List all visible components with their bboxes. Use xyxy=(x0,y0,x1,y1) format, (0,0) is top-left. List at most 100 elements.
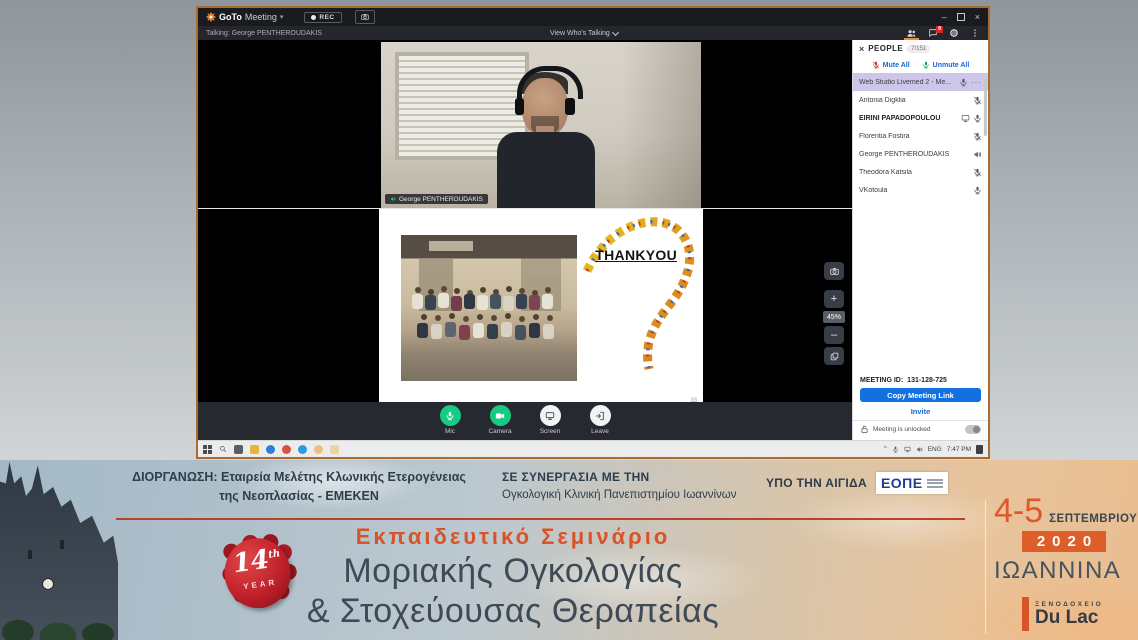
scrollbar[interactable] xyxy=(984,78,987,136)
conference-banner: ΔΙΟΡΓΑΝΩΣΗ: Εταιρεία Μελέτης Κλωνικής Ετ… xyxy=(0,460,1138,640)
event-title-block: Εκπαιδευτικό Σεμινάριο Μοριακής Ογκολογί… xyxy=(258,524,768,630)
rec-button[interactable]: REC xyxy=(304,12,341,23)
meeting-toolbar: Mic Camera Screen Leave xyxy=(198,402,852,440)
event-title-line2: & Στοχεύουσας Θεραπείας xyxy=(258,592,768,630)
speaker-audio-icon[interactable] xyxy=(973,150,982,159)
partner-name: Ογκολογική Κλινική Πανεπιστημίου Ιωαννίν… xyxy=(502,487,764,505)
unmute-all-label: Unmute All xyxy=(933,62,970,69)
tray-expand-icon[interactable]: ^ xyxy=(884,446,887,452)
participant-name: Florentia Fostira xyxy=(859,133,970,140)
layers-icon xyxy=(830,352,839,361)
partner-label: ΣΕ ΣΥΝΕΡΓΑΣΙΑ ΜΕ ΤΗΝ xyxy=(502,468,764,487)
participant-row[interactable]: Theodora Katsila xyxy=(853,163,988,181)
camera-icon xyxy=(361,13,369,21)
brand-dropdown-icon[interactable]: ▾ xyxy=(280,13,284,21)
meeting-stage: George PENTHEROUDAKIS xyxy=(198,40,852,440)
participant-row[interactable]: Web Studio Livemed 2 - Me... ··· xyxy=(853,73,988,91)
mic-muted-icon[interactable] xyxy=(973,168,982,177)
webcam-video: George PENTHEROUDAKIS xyxy=(381,42,701,208)
mic-button[interactable]: Mic xyxy=(433,405,467,440)
app-logo[interactable]: GoToMeeting ▾ xyxy=(206,12,283,22)
participant-row[interactable]: George PENTHEROUDAKIS xyxy=(853,145,988,163)
copy-meeting-link-button[interactable]: Copy Meeting Link xyxy=(860,388,981,402)
tray-volume-icon[interactable] xyxy=(916,446,923,453)
more-menu-button[interactable] xyxy=(970,26,980,40)
minimize-button[interactable]: – xyxy=(942,12,947,22)
participant-row[interactable]: VKotoula xyxy=(853,181,988,199)
screenshot-tool-button[interactable] xyxy=(824,262,844,280)
view-whos-talking-dropdown[interactable]: View Who's Talking xyxy=(550,30,618,37)
status-bar: Talking: George PENTHEROUDAKIS View Who'… xyxy=(198,26,988,40)
app-icon[interactable] xyxy=(298,445,307,454)
hotel-name: Du Lac xyxy=(1035,608,1103,628)
group-photo xyxy=(401,235,577,381)
tray-mic-icon[interactable] xyxy=(892,446,899,453)
camera-button[interactable]: Camera xyxy=(483,405,517,440)
window-titlebar: GoToMeeting ▾ REC – × xyxy=(198,8,988,26)
snapshot-button[interactable] xyxy=(355,10,375,24)
shared-slide: THANKYOU 33 xyxy=(379,209,703,407)
invite-link[interactable]: Invite xyxy=(860,407,981,416)
action-center-icon[interactable] xyxy=(976,445,983,454)
participant-row[interactable]: EIRINI PAPADOPOULOU xyxy=(853,109,988,127)
file-explorer-icon[interactable] xyxy=(250,445,259,454)
start-button[interactable] xyxy=(203,445,212,454)
participant-name: Theodora Katsila xyxy=(859,169,970,176)
mic-icon[interactable] xyxy=(973,186,982,195)
mute-all-label: Mute All xyxy=(883,62,910,69)
app-icon[interactable] xyxy=(330,445,339,454)
people-panel: × PEOPLE 7/151 Mute All Unmute All Web xyxy=(852,40,988,440)
more-options-icon[interactable]: ··· xyxy=(971,78,982,87)
rec-dot-icon xyxy=(311,15,316,20)
language-indicator[interactable]: ENG xyxy=(928,446,942,453)
gotomeeting-taskbar-icon[interactable] xyxy=(314,445,323,454)
participant-name: Antonia Digklia xyxy=(859,97,970,104)
monitor-icon xyxy=(545,411,555,421)
people-tab[interactable] xyxy=(906,26,917,40)
view-whos-talking-label: View Who's Talking xyxy=(550,30,610,37)
event-title-line1: Μοριακής Ογκολογίας xyxy=(258,552,768,590)
organizer-line2: της Νεοπλασίας - ΕΜΕΚΕΝ xyxy=(219,489,379,503)
divider-line xyxy=(116,518,965,520)
unmute-all-button[interactable]: Unmute All xyxy=(922,61,970,69)
zoom-out-button[interactable]: – xyxy=(824,326,844,344)
browser-icon[interactable] xyxy=(282,445,291,454)
auspices-block: ΥΠΟ ΤΗΝ ΑΙΓΙΔΑ ΕΟΠΕ xyxy=(766,472,948,494)
mic-muted-icon[interactable] xyxy=(973,132,982,141)
event-year: 2020 xyxy=(1022,531,1106,552)
panel-title: PEOPLE xyxy=(868,44,903,53)
lock-meeting-toggle[interactable] xyxy=(965,425,981,434)
participant-name: George PENTHEROUDAKIS xyxy=(859,151,970,158)
search-icon[interactable] xyxy=(219,445,227,453)
headset xyxy=(517,66,583,99)
clock[interactable]: 7:47 PM xyxy=(947,446,971,453)
slide-title: THANKYOU xyxy=(595,247,677,263)
rec-label: REC xyxy=(319,14,334,21)
mic-muted-icon[interactable] xyxy=(973,96,982,105)
screen-share-button[interactable]: Screen xyxy=(533,405,567,440)
fit-to-window-button[interactable] xyxy=(824,347,844,365)
kebab-icon xyxy=(970,28,980,38)
mic-icon[interactable] xyxy=(959,78,968,87)
event-type: Εκπαιδευτικό Σεμινάριο xyxy=(258,524,768,550)
onedrive-icon[interactable] xyxy=(266,445,275,454)
auspices-label: ΥΠΟ ΤΗΝ ΑΙΓΙΔΑ xyxy=(766,476,867,490)
settings-button[interactable] xyxy=(949,26,959,40)
webcam-name-overlay: George PENTHEROUDAKIS xyxy=(385,194,488,204)
restore-button[interactable] xyxy=(957,13,965,21)
tray-display-icon[interactable] xyxy=(904,446,911,453)
participant-row[interactable]: Antonia Digklia xyxy=(853,91,988,109)
mic-icon[interactable] xyxy=(973,114,982,123)
eope-logo-smalltext xyxy=(927,477,943,489)
brand-meeting: Meeting xyxy=(245,12,277,22)
close-panel-icon[interactable]: × xyxy=(859,44,864,54)
close-button[interactable]: × xyxy=(975,12,980,22)
participant-row[interactable]: Florentia Fostira xyxy=(853,127,988,145)
leave-button[interactable]: Leave xyxy=(583,405,617,440)
mute-all-button[interactable]: Mute All xyxy=(872,61,910,69)
participant-name: VKotoula xyxy=(859,187,970,194)
task-view-icon[interactable] xyxy=(234,445,243,454)
chat-tab[interactable]: 9 xyxy=(928,26,938,40)
participant-name: EIRINI PAPADOPOULOU xyxy=(859,115,958,122)
zoom-in-button[interactable]: + xyxy=(824,290,844,308)
